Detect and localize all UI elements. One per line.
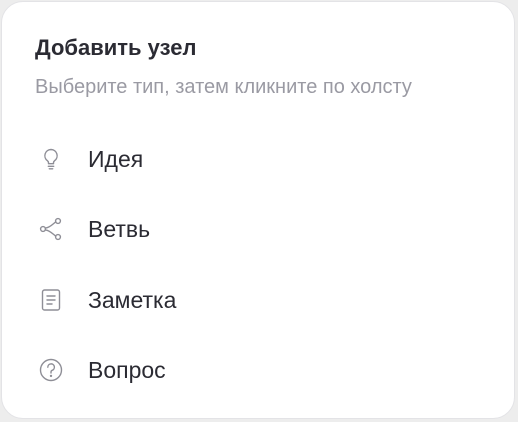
branch-icon — [38, 216, 64, 242]
node-type-label: Вопрос — [88, 357, 166, 383]
node-type-question[interactable]: Вопрос — [18, 342, 500, 398]
node-type-branch[interactable]: Ветвь — [18, 201, 500, 257]
question-icon — [38, 357, 64, 383]
node-type-label: Идея — [88, 146, 144, 172]
panel-title: Добавить узел — [35, 35, 197, 60]
note-icon — [38, 287, 64, 313]
node-type-label: Ветвь — [88, 216, 151, 242]
node-type-label: Заметка — [88, 287, 177, 313]
node-type-note[interactable]: Заметка — [18, 272, 500, 328]
node-type-idea[interactable]: Идея — [18, 131, 500, 187]
add-node-panel: Добавить узел Выберите тип, затем кликни… — [1, 1, 515, 419]
lightbulb-icon — [38, 146, 64, 172]
panel-subtitle: Выберите тип, затем кликните по холсту — [35, 76, 412, 98]
